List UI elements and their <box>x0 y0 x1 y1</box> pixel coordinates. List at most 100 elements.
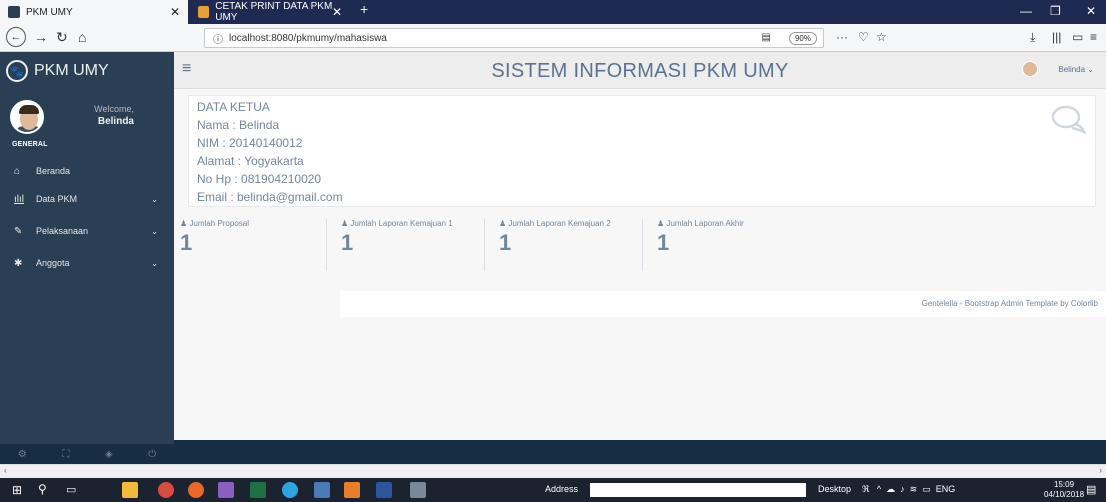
url-bar[interactable]: ⓘ localhost:8080/pkmumy/mahasiswa ▤ 90% <box>204 28 824 48</box>
browser-tab-bar: PKM UMY ✕ CETAK PRINT DATA PKM UMY ✕ + —… <box>0 0 1106 24</box>
tab-favicon-icon <box>8 6 20 18</box>
file-explorer-icon[interactable] <box>122 482 138 498</box>
horizontal-scrollbar[interactable]: ‹ › <box>0 464 1106 478</box>
sidebar-item-beranda[interactable]: ⌂ Beranda <box>0 160 174 182</box>
os-taskbar: ⊞ ⚲ ▭ Address Desktop ℜ ^ ☁ ♪ ≋ ▭ ENG 15… <box>0 478 1106 502</box>
section-title: GENERAL <box>12 141 48 148</box>
page-actions-icon[interactable]: ··· <box>836 30 848 44</box>
minimize-icon[interactable]: — <box>1020 4 1032 18</box>
bar-chart-icon: ılıl <box>14 193 24 205</box>
downloads-icon[interactable]: ⤓ <box>1030 30 1035 45</box>
cloud-icon[interactable]: ☁ <box>886 484 895 494</box>
home-icon[interactable]: ⌂ <box>78 29 86 45</box>
sidebar-item-pelaksanaan[interactable]: ✎ Pelaksanaan ⌄ <box>0 220 174 242</box>
browser-nav-bar: ← → ↻ ⌂ ⓘ localhost:8080/pkmumy/mahasisw… <box>0 24 1106 52</box>
library-icon[interactable]: ||| <box>1052 30 1061 44</box>
tab-pkm-umy[interactable]: PKM UMY ✕ <box>0 0 188 24</box>
address-input[interactable] <box>590 483 806 497</box>
stat-value: 1 <box>341 230 354 255</box>
window-app-icon[interactable] <box>410 482 426 498</box>
excel-icon[interactable] <box>250 482 266 498</box>
user-icon: ♟ <box>657 219 665 228</box>
close-window-icon[interactable]: ✕ <box>1086 4 1096 18</box>
tab-label: CETAK PRINT DATA PKM UMY <box>215 1 333 23</box>
desktop-toolbar[interactable]: Desktop <box>818 484 851 494</box>
chrome-icon[interactable] <box>158 482 174 498</box>
tab-favicon-icon <box>198 6 210 18</box>
address-label: Address <box>545 484 579 494</box>
language-indicator[interactable]: ENG <box>936 484 956 494</box>
sidebar-item-data-pkm[interactable]: ılıl Data PKM ⌄ <box>0 188 174 210</box>
telegram-icon[interactable] <box>282 482 298 498</box>
sidebar-footer: ⚙ ⛶ ◈ ⏻ <box>0 444 174 464</box>
user-menu[interactable]: Belinda ⌄ <box>1058 65 1094 74</box>
user-icon: ♟ <box>499 219 507 228</box>
pocket-icon[interactable]: ♡ <box>858 30 869 44</box>
task-view-icon[interactable]: ▭ <box>66 483 82 499</box>
clock-date: 04/10/2018 <box>1044 490 1085 499</box>
show-hidden-icons[interactable]: ^ <box>877 484 881 494</box>
ketua-email: Email : belinda@gmail.com <box>197 190 343 204</box>
stat-label: Jumlah Proposal <box>189 219 249 228</box>
avatar <box>10 100 44 134</box>
tab-cetak-print[interactable]: CETAK PRINT DATA PKM UMY ✕ <box>190 0 348 24</box>
ketua-hp: No Hp : 081904210020 <box>197 172 322 186</box>
reload-icon[interactable]: ↻ <box>56 29 68 46</box>
clock[interactable]: 15:09 04/10/2018 <box>1044 480 1084 500</box>
stat-jumlah-laporan-kemajuan-1: ♟ Jumlah Laporan Kemajuan 1 1 <box>326 219 484 271</box>
back-icon[interactable]: ← <box>6 27 26 47</box>
sidebar-item-anggota[interactable]: ✱ Anggota ⌄ <box>0 252 174 274</box>
stat-jumlah-laporan-kemajuan-2: ♟ Jumlah Laporan Kemajuan 2 1 <box>484 219 642 271</box>
user-menu-name: Belinda <box>1058 65 1086 74</box>
volume-icon[interactable]: ♪ <box>900 484 905 494</box>
wifi-icon[interactable]: ≋ <box>910 484 918 494</box>
chevron-down-icon: ⌄ <box>151 226 158 236</box>
firefox-icon[interactable] <box>188 482 204 498</box>
app-icon[interactable] <box>314 482 330 498</box>
bookmark-star-icon[interactable]: ☆ <box>876 30 887 44</box>
maximize-icon[interactable]: ❐ <box>1050 4 1061 18</box>
reader-view-icon[interactable]: ▤ <box>762 32 771 43</box>
ketua-alamat: Alamat : Yogyakarta <box>197 154 304 168</box>
stat-value: 1 <box>499 230 512 255</box>
tab-label: PKM UMY <box>26 6 73 18</box>
sidebar-toggle-icon[interactable]: ▭ <box>1072 30 1083 44</box>
system-tray: ℜ ^ ☁ ♪ ≋ ▭ ENG <box>862 484 955 495</box>
new-tab-icon[interactable]: + <box>360 1 368 17</box>
user-icon: ♟ <box>341 219 349 228</box>
xampp-icon[interactable] <box>344 482 360 498</box>
menu-icon[interactable]: ≡ <box>1090 30 1097 44</box>
windows-start-icon[interactable]: ⊞ <box>12 483 28 499</box>
ketua-nim: NIM : 20140140012 <box>197 136 303 150</box>
ketua-heading: DATA KETUA <box>197 100 270 114</box>
stat-label: Jumlah Laporan Akhir <box>666 219 744 228</box>
settings-icon[interactable]: ⚙ <box>18 449 27 460</box>
clock-time: 15:09 <box>1054 480 1075 489</box>
search-icon[interactable]: ⚲ <box>38 482 54 498</box>
logout-icon[interactable]: ⏻ <box>148 449 156 460</box>
chevron-down-icon: ⌄ <box>151 258 158 268</box>
info-icon[interactable]: ⓘ <box>213 31 223 46</box>
fullscreen-icon[interactable]: ⛶ <box>62 449 69 460</box>
main-content: DATA KETUA Nama : Belinda NIM : 20140140… <box>174 89 1106 444</box>
scroll-left-icon[interactable]: ‹ <box>4 466 7 475</box>
scroll-right-icon[interactable]: › <box>1099 466 1102 475</box>
notifications-icon[interactable]: ▤ <box>1086 483 1102 499</box>
close-tab-icon[interactable]: ✕ <box>332 5 342 19</box>
forward-icon[interactable]: → <box>34 29 48 45</box>
stat-label: Jumlah Laporan Kemajuan 1 <box>350 219 453 228</box>
people-icon[interactable]: ℜ <box>862 484 869 494</box>
content-bottom-bar <box>174 440 1106 464</box>
stat-value: 1 <box>180 230 193 255</box>
user-avatar[interactable] <box>1022 61 1038 77</box>
lock-icon[interactable]: ◈ <box>105 449 113 460</box>
welcome-user-name: Belinda <box>97 116 134 127</box>
brand-link[interactable]: 🐾 PKM UMY <box>6 60 109 82</box>
battery-icon[interactable]: ▭ <box>922 484 931 494</box>
visual-studio-icon[interactable] <box>218 482 234 498</box>
sidebar-item-label: Anggota <box>36 258 70 268</box>
close-tab-icon[interactable]: ✕ <box>170 5 180 19</box>
stat-jumlah-proposal: ♟ Jumlah Proposal 1 <box>180 219 326 271</box>
zoom-level[interactable]: 90% <box>788 32 817 45</box>
word-icon[interactable] <box>376 482 392 498</box>
